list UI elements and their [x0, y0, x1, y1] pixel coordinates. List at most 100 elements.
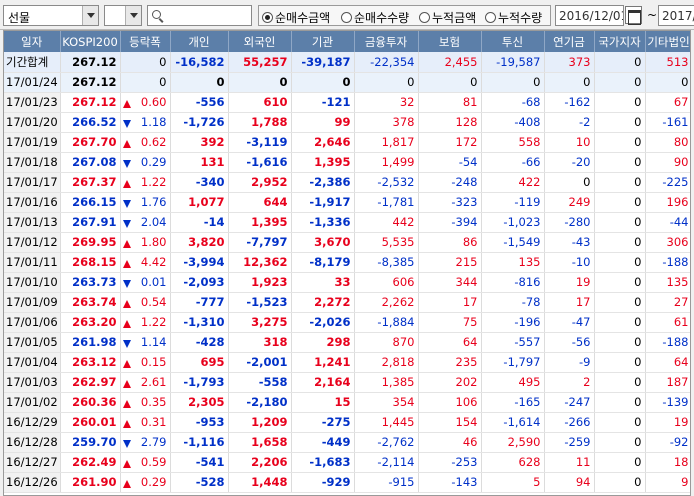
change-value: 1.80 [140, 235, 167, 249]
table-row[interactable]: 17/01/09 263.74 0.54 -777 -1,523 2,272 2,262 17… [4, 292, 690, 313]
table-row[interactable]: 16/12/29 260.01 0.31 -953 1,209 -275 1,445 154-… [4, 412, 690, 433]
cell-fin: 1,817 [354, 132, 419, 153]
table-row[interactable]: 17/01/16 266.15 1.76 1,077 644 -1,917 -1,781 -3… [4, 192, 690, 213]
cell-ins: 128 [418, 112, 482, 133]
cell-fin: 354 [354, 392, 419, 413]
table-row[interactable]: 17/01/13 267.91 2.04 -14 1,395 -1,336 442 -394-… [4, 212, 690, 233]
radio-net-buy-amount[interactable]: 순매수금액 [262, 9, 330, 26]
triangle-down-icon [122, 160, 131, 168]
column-header[interactable]: 국가지자 [594, 31, 646, 52]
table-row[interactable]: 17/01/17 267.37 1.22 -340 2,952 -2,386 -2,532-… [4, 172, 690, 193]
column-header[interactable]: KOSPI200 [60, 31, 121, 52]
table-row[interactable]: 17/01/24 267.12 0 0 0 0 0 0 0 0 0 0 [4, 72, 690, 93]
column-header[interactable]: 일자 [4, 31, 61, 52]
cell-ins: 202 [418, 372, 482, 393]
cell-inv: -165 [481, 392, 545, 413]
table-row[interactable]: 17/01/19 267.70 0.62 392 -3,119 2,646 1,817 172… [4, 132, 690, 153]
column-header[interactable]: 등락폭 [120, 31, 171, 52]
radio-label: 누적금액 [432, 11, 477, 25]
table-row[interactable]: 17/01/11 268.15 4.42 -3,994 12,362 -8,179 -8,3… [4, 252, 690, 273]
cell-ins: -394 [418, 212, 482, 233]
cell-change: 4.42 [120, 252, 171, 273]
chevron-down-icon[interactable] [82, 6, 98, 25]
cell-change: 2.04 [120, 212, 171, 233]
radio-dot-icon[interactable] [419, 12, 430, 23]
column-header[interactable]: 연기금 [544, 31, 595, 52]
table-row[interactable]: 16/12/27 262.49 0.59 -541 2,206 -1,683 -2,114-… [4, 452, 690, 473]
column-header[interactable]: 개인 [170, 31, 229, 52]
cell-fin: 378 [354, 112, 419, 133]
table-row[interactable]: 17/01/12 269.95 1.80 3,820 -7,797 3,670 5,535 8… [4, 232, 690, 253]
cell-inst: 15 [291, 392, 355, 413]
table-row[interactable]: 17/01/05 261.98 1.14 -428 318 298 870 64 -557 -56… [4, 332, 690, 353]
date-to-input[interactable]: 2017/ [658, 5, 694, 26]
calendar-icon[interactable] [625, 6, 642, 25]
cell-frn: 2,952 [228, 172, 292, 193]
date-from-input[interactable]: 2016/12/01 [555, 5, 624, 26]
radio-net-buy-qty[interactable]: 순매수수량 [341, 9, 409, 26]
change-value: 0.54 [140, 295, 167, 309]
cell-etc: 135 [645, 272, 690, 293]
column-header[interactable]: 기관 [291, 31, 355, 52]
radio-cum-amount[interactable]: 누적금액 [419, 9, 476, 26]
column-header[interactable]: 투신 [481, 31, 545, 52]
table-row[interactable]: 17/01/10 263.73 0.01 -2,093 1,923 33 606 344 -81… [4, 272, 690, 293]
cell-pen: 94 [544, 472, 595, 493]
cell-frn: 318 [228, 332, 292, 353]
table-row[interactable]: 17/01/18 267.08 0.29 131 -1,616 1,395 1,499 -54… [4, 152, 690, 173]
column-header[interactable]: 기타법인 [645, 31, 690, 52]
table-row[interactable]: 17/01/20 266.52 1.18 -1,726 1,788 99 378 128 -40… [4, 112, 690, 133]
table-row[interactable]: 17/01/23 267.12 0.60 -556 610 -121 32 81 -68 -162… [4, 92, 690, 113]
cell-etc: 61 [645, 312, 690, 333]
cell-ins: 46 [418, 432, 482, 453]
radio-label: 순매수수량 [354, 11, 410, 25]
cell-inst: -929 [291, 472, 355, 493]
triangle-up-icon [122, 100, 131, 108]
column-header[interactable]: 금융투자 [354, 31, 419, 52]
table-row[interactable]: 17/01/06 263.20 1.22 -1,310 3,275 -2,026 -1,88… [4, 312, 690, 333]
column-header[interactable]: 보험 [418, 31, 482, 52]
table-row[interactable]: 16/12/28 259.70 2.79 -1,116 1,658 -449 -2,762 4… [4, 432, 690, 453]
triangle-down-icon [122, 120, 131, 128]
cell-inst: -2,386 [291, 172, 355, 193]
cell-kospi200: 259.70 [60, 432, 121, 453]
radio-label: 순매수금액 [275, 11, 331, 25]
search-input[interactable] [147, 5, 252, 26]
chevron-down-icon[interactable] [125, 6, 141, 25]
table-row[interactable]: 17/01/04 263.12 0.15 695 -2,001 1,241 2,818 235… [4, 352, 690, 373]
cell-fin: -2,532 [354, 172, 419, 193]
cell-inst: -8,179 [291, 252, 355, 273]
cell-ind: -16,582 [170, 52, 229, 73]
table-row[interactable]: 17/01/02 260.36 0.35 2,305 -2,180 15 354 106 -16… [4, 392, 690, 413]
table-row[interactable]: 기간합계 267.12 0 -16,582 55,257 -39,187 -22,354 2,… [4, 52, 690, 73]
cell-fin: -1,884 [354, 312, 419, 333]
radio-dot-icon[interactable] [341, 12, 352, 23]
triangle-up-icon [122, 140, 131, 148]
cell-inv: -408 [481, 112, 545, 133]
cell-ind: -14 [170, 212, 229, 233]
cell-ins: 2,455 [418, 52, 482, 73]
cell-ins: 86 [418, 232, 482, 253]
market-select[interactable]: 선물 [3, 5, 99, 26]
cell-ind: 1,077 [170, 192, 229, 213]
cell-frn: 1,788 [228, 112, 292, 133]
radio-dot-icon[interactable] [485, 12, 496, 23]
sub-select[interactable] [104, 5, 142, 26]
cell-change: 0.29 [120, 472, 171, 493]
cell-kospi200: 260.01 [60, 412, 121, 433]
cell-gov: 0 [594, 292, 646, 313]
cell-gov: 0 [594, 92, 646, 113]
cell-frn: 644 [228, 192, 292, 213]
cell-pen: -162 [544, 92, 595, 113]
radio-cum-qty[interactable]: 누적수량 [485, 9, 542, 26]
cell-inv: 628 [481, 452, 545, 473]
cell-date: 16/12/28 [4, 432, 61, 453]
table-row[interactable]: 17/01/03 262.97 2.61 -1,793 -558 2,164 1,385 20… [4, 372, 690, 393]
cell-pen: 17 [544, 292, 595, 313]
table-row[interactable]: 16/12/26 261.90 0.29 -528 1,448 -929 -915 -143 5… [4, 472, 690, 493]
cell-inv: -816 [481, 272, 545, 293]
search-icon[interactable] [152, 10, 161, 19]
radio-dot-icon[interactable] [262, 12, 273, 23]
column-header[interactable]: 외국인 [228, 31, 292, 52]
cell-ind: 695 [170, 352, 229, 373]
